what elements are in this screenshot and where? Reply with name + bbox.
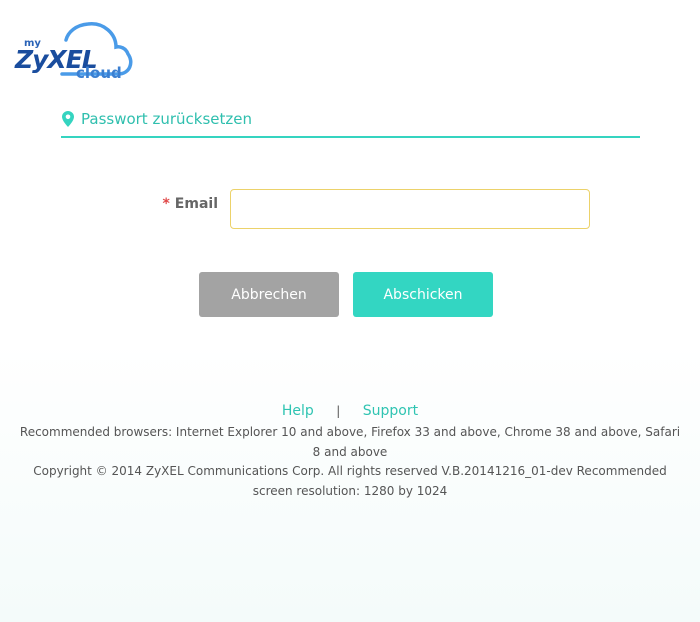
footer: Help | Support Recommended browsers: Int… xyxy=(0,403,700,501)
map-pin-icon xyxy=(62,111,74,127)
email-form-row: * Email xyxy=(160,189,590,229)
copyright-text: Copyright © 2014 ZyXEL Communications Co… xyxy=(33,464,667,498)
logo-cloud-text: cloud xyxy=(76,64,122,82)
page-title: Passwort zurücksetzen xyxy=(81,109,252,128)
section-header: Passwort zurücksetzen xyxy=(61,106,640,138)
cancel-button[interactable]: Abbrechen xyxy=(199,272,339,317)
recommended-browsers-text: Recommended browsers: Internet Explorer … xyxy=(19,425,681,459)
footer-links: Help | Support xyxy=(0,403,700,423)
footer-separator: | xyxy=(336,404,341,418)
email-label-text: Email xyxy=(174,196,218,212)
support-link[interactable]: Support xyxy=(363,403,418,419)
email-label: * Email xyxy=(162,196,218,212)
email-field[interactable] xyxy=(230,189,590,229)
myzyxel-cloud-logo: my ZyXEL cloud xyxy=(14,18,136,82)
help-link[interactable]: Help xyxy=(282,403,314,419)
required-asterisk: * xyxy=(162,196,170,212)
submit-button[interactable]: Abschicken xyxy=(353,272,493,317)
